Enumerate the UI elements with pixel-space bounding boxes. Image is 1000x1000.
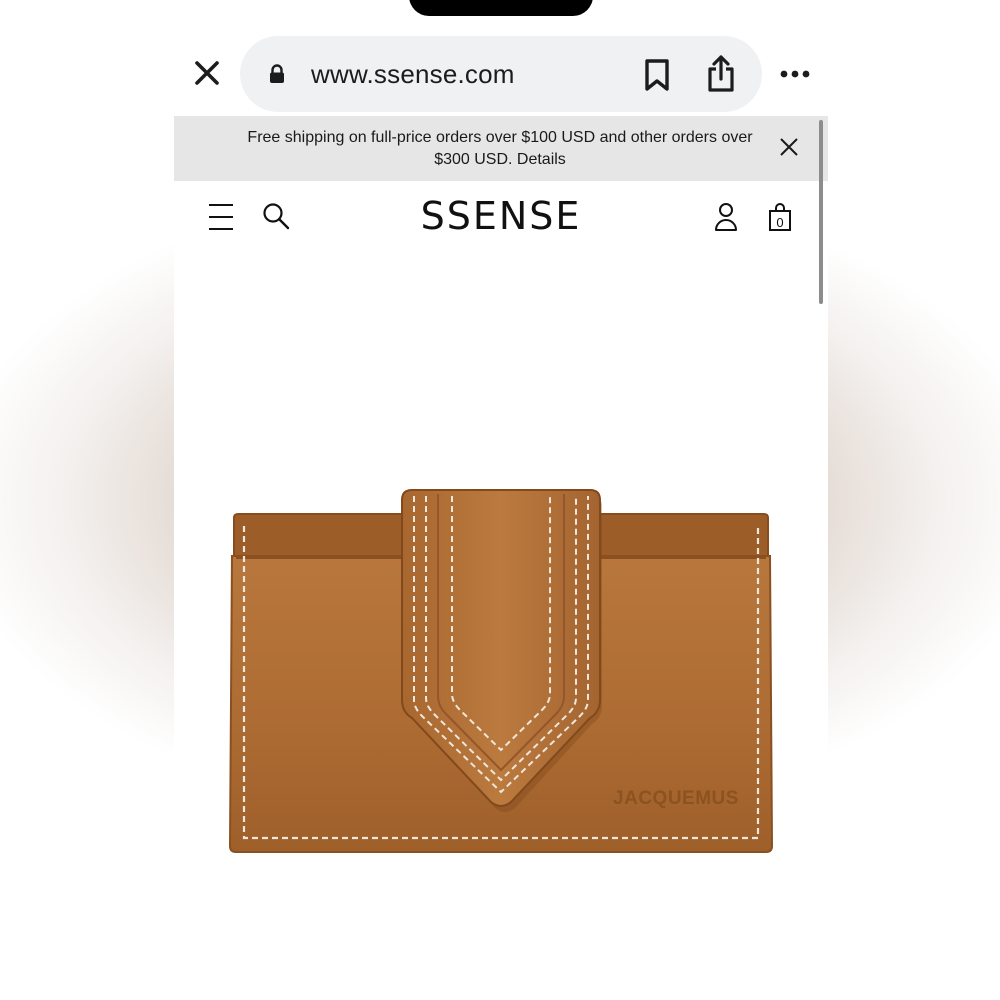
brand-emboss: JACQUEMUS [613,788,739,809]
account-icon[interactable] [714,202,738,237]
product-image[interactable]: JACQUEMUS [228,486,774,863]
shipping-banner-text[interactable]: Free shipping on full-price orders over … [230,127,770,171]
lock-icon [268,64,286,89]
phone-screen: www.ssense.com Free shipping on full-pri… [174,0,828,1000]
share-icon[interactable] [704,54,738,99]
bookmark-icon[interactable] [642,58,672,97]
banner-close-icon[interactable] [778,136,800,163]
browser-close-icon[interactable] [192,58,222,88]
bag-count: 0 [776,215,783,230]
shopping-bag-icon[interactable]: 0 [768,202,792,237]
address-bar[interactable]: www.ssense.com [240,36,762,112]
shipping-banner: Free shipping on full-price orders over … [174,116,828,181]
url-text[interactable]: www.ssense.com [311,59,515,90]
more-icon[interactable] [778,60,812,88]
device-notch [409,0,593,16]
